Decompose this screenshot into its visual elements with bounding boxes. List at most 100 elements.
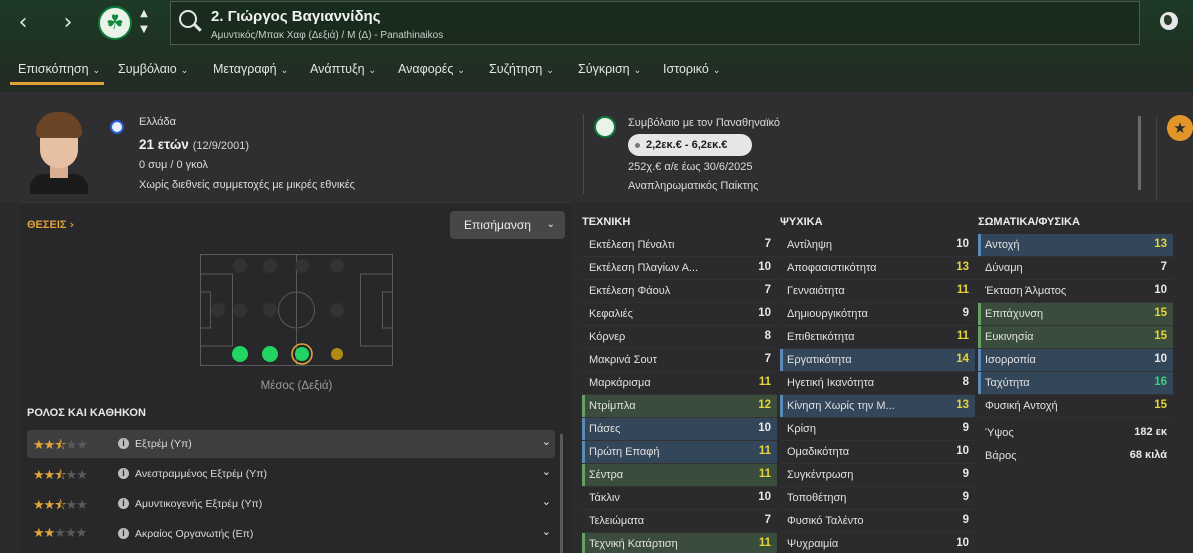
attribute-row[interactable]: Κόρνερ 8 [582, 326, 777, 349]
position-accomplished[interactable] [331, 348, 343, 360]
role-row[interactable]: ★★⯪★★ i Εξτρέμ (Υπ) ⌄ [27, 430, 555, 458]
search-icon[interactable] [179, 10, 197, 28]
attribute-row[interactable]: Εργατικότητα 14 [780, 349, 975, 372]
tab-reports[interactable]: Αναφορές ⌄ [398, 62, 465, 76]
attribute-row[interactable]: Φυσική Αντοχή 15 [978, 395, 1173, 418]
forward-arrow-icon[interactable]: › [55, 10, 81, 36]
attribute-value: 15 [1154, 399, 1167, 411]
weight-value: 68 κιλά [1129, 449, 1167, 461]
attribute-row[interactable]: Φυσικό Ταλέντο 9 [780, 510, 975, 533]
height-value: 182 εκ [1134, 426, 1167, 438]
chevron-down-icon[interactable]: ⌄ [542, 525, 551, 538]
tab-discussion[interactable]: Συζήτηση ⌄ [489, 62, 554, 76]
nation-flag-icon[interactable] [110, 120, 124, 134]
attribute-row[interactable]: Ευκινησία 15 [978, 326, 1173, 349]
attribute-row[interactable]: Ταχύτητα 16 [978, 372, 1173, 395]
attribute-name: Τελειώματα [589, 515, 645, 527]
attribute-row[interactable]: Τελειώματα 7 [582, 510, 777, 533]
globe-icon[interactable] [1160, 12, 1178, 30]
highlight-bar [780, 234, 783, 256]
attribute-row[interactable]: Πάσες 10 [582, 418, 777, 441]
attribute-name: Μακρινά Σουτ [589, 354, 657, 366]
back-arrow-icon[interactable]: ‹ [10, 10, 36, 36]
attribute-row[interactable]: Σέντρα 11 [582, 464, 777, 487]
attribute-value: 10 [1154, 353, 1167, 365]
attribute-value: 10 [956, 238, 969, 250]
attribute-row[interactable]: Τοποθέτηση 9 [780, 487, 975, 510]
attribute-value: 7 [764, 284, 771, 296]
attribute-row[interactable]: Ηγετική Ικανότητα 8 [780, 372, 975, 395]
attribute-row[interactable]: Κρίση 9 [780, 418, 975, 441]
star-icon[interactable]: ★ [1167, 115, 1193, 141]
attribute-value: 13 [956, 399, 969, 411]
tab-history[interactable]: Ιστορικό ⌄ [663, 62, 720, 76]
attribute-row[interactable]: Εκτέλεση Πέναλτι 7 [582, 234, 777, 257]
highlight-bar [780, 349, 783, 371]
chevron-up-icon[interactable]: ▲ [137, 8, 151, 19]
chevron-down-icon[interactable]: ⌄ [542, 435, 551, 448]
attribute-row[interactable]: Επιθετικότητα 11 [780, 326, 975, 349]
position-natural[interactable] [262, 346, 278, 362]
position-natural[interactable] [232, 346, 248, 362]
attribute-row[interactable]: Εκτέλεση Πλαγίων Α... 10 [582, 257, 777, 280]
attribute-value: 11 [758, 445, 771, 457]
nationality[interactable]: Ελλάδα [139, 116, 176, 128]
player-title: 2. Γιώργος Βαγιαννίδης [211, 8, 381, 25]
attribute-row[interactable]: Μαρκάρισμα 11 [582, 372, 777, 395]
attribute-name: Ηγετική Ικανότητα [787, 377, 875, 389]
position-spot [330, 303, 344, 317]
tab-comparison[interactable]: Σύγκριση ⌄ [578, 62, 641, 76]
tab-contract[interactable]: Συμβόλαιο ⌄ [118, 62, 188, 76]
club-crest-icon[interactable] [594, 116, 616, 138]
attribute-row[interactable]: Αντοχή 13 [978, 234, 1173, 257]
position-natural[interactable] [295, 347, 309, 361]
tab-development[interactable]: Ανάπτυξη ⌄ [310, 62, 376, 76]
role-row[interactable]: ★★⯪★★ i Αμυντικογενής Εξτρέμ (Υπ) ⌄ [27, 490, 555, 518]
attribute-row[interactable]: Ισορροπία 10 [978, 349, 1173, 372]
attribute-row[interactable]: Κίνηση Χωρίς την Μ... 13 [780, 395, 975, 418]
chevron-down-icon[interactable]: ▼ [137, 24, 151, 35]
attribute-row[interactable]: Αποφασιστικότητα 13 [780, 257, 975, 280]
attribute-row[interactable]: Ντρίμπλα 12 [582, 395, 777, 418]
weight-row: Βάρος 68 κιλά [978, 445, 1173, 467]
attribute-name: Μαρκάρισμα [589, 377, 651, 389]
role-row[interactable]: ★★⯪★★ i Ανεστραμμένος Εξτρέμ (Υπ) ⌄ [27, 460, 555, 488]
attribute-row[interactable]: Εκτέλεση Φάουλ 7 [582, 280, 777, 303]
highlight-dropdown[interactable]: Επισήμανση ⌄ [450, 211, 565, 239]
tab-transfer[interactable]: Μεταγραφή ⌄ [213, 62, 288, 76]
info-icon[interactable]: i [118, 528, 129, 539]
scrollbar[interactable] [560, 434, 563, 553]
attribute-name: Δημιουργικότητα [787, 308, 868, 320]
tab-overview[interactable]: Επισκόπηση ⌄ [18, 62, 100, 76]
attribute-row[interactable]: Πρώτη Επαφή 11 [582, 441, 777, 464]
contract-title[interactable]: Συμβόλαιο με τον Παναθηναϊκό [628, 117, 780, 129]
current-position-label: Μέσος (Δεξιά) [260, 380, 333, 392]
attribute-row[interactable]: Τεχνική Κατάρτιση 11 [582, 533, 777, 553]
attribute-row[interactable]: Ομαδικότητα 10 [780, 441, 975, 464]
attribute-row[interactable]: Έκταση Άλματος 10 [978, 280, 1173, 303]
attribute-row[interactable]: Συγκέντρωση 9 [780, 464, 975, 487]
positions-heading[interactable]: ΘΕΣΕΙΣ › [27, 218, 74, 231]
highlight-bar [780, 464, 783, 486]
club-crest-icon[interactable] [98, 6, 132, 40]
info-icon[interactable]: i [118, 438, 129, 449]
attribute-row[interactable]: Γενναιότητα 11 [780, 280, 975, 303]
chevron-down-icon[interactable]: ⌄ [542, 495, 551, 508]
info-icon[interactable]: i [118, 498, 129, 509]
info-icon[interactable]: i [118, 468, 129, 479]
attribute-row[interactable]: Μακρινά Σουτ 7 [582, 349, 777, 372]
tab-label: Επισκόπηση [18, 62, 89, 76]
scrollbar[interactable] [1138, 116, 1141, 190]
attribute-row[interactable]: Δημιουργικότητα 9 [780, 303, 975, 326]
attribute-row[interactable]: Ψυχραιμία 10 [780, 533, 975, 553]
attribute-row[interactable]: Τάκλιν 10 [582, 487, 777, 510]
value-range-badge[interactable]: 2,2εκ.€ - 6,2εκ.€ [628, 134, 752, 156]
attribute-row[interactable]: Αντίληψη 10 [780, 234, 975, 257]
attribute-name: Σέντρα [589, 469, 624, 481]
chevron-down-icon[interactable]: ⌄ [542, 465, 551, 478]
attribute-row[interactable]: Κεφαλιές 10 [582, 303, 777, 326]
player-search-box[interactable]: 2. Γιώργος Βαγιαννίδης Αμυντικός/Μπακ Χα… [170, 1, 1140, 45]
role-row[interactable]: ★★★★★ i Ακραίος Οργανωτής (Επ) ⌄ [27, 520, 555, 548]
attribute-row[interactable]: Δύναμη 7 [978, 257, 1173, 280]
attribute-row[interactable]: Επιτάχυνση 15 [978, 303, 1173, 326]
